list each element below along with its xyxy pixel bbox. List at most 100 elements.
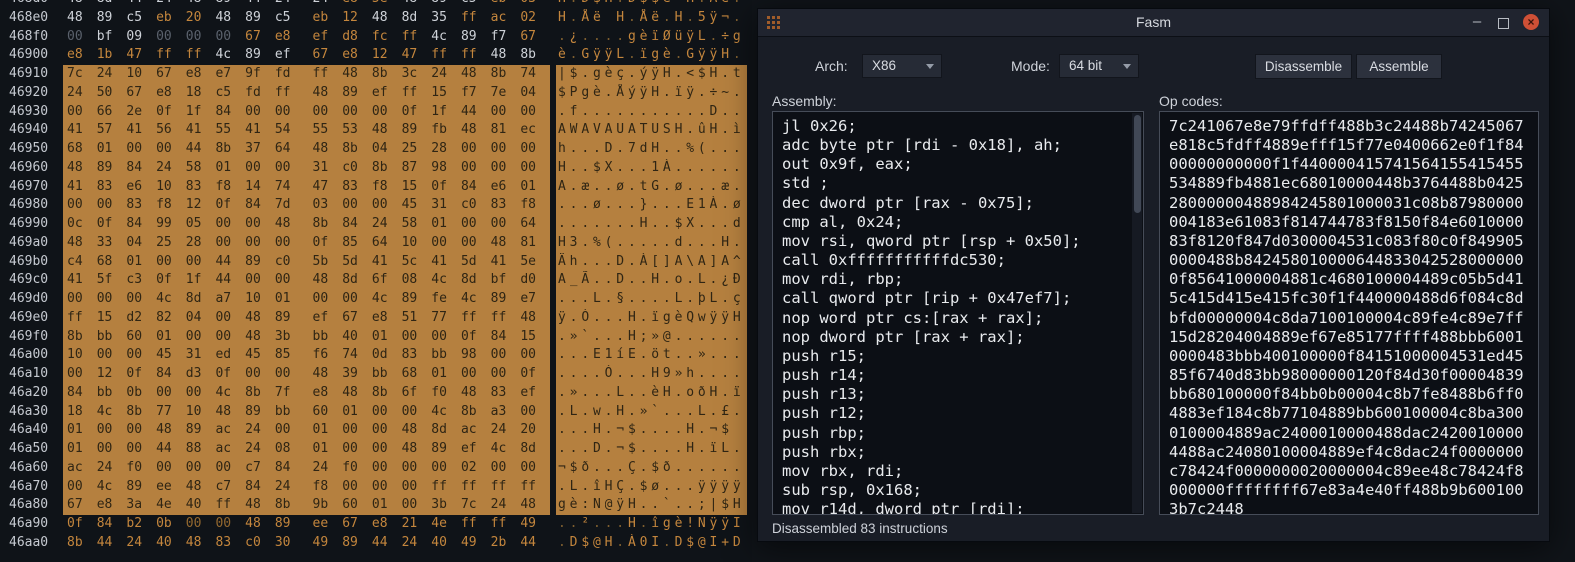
hex-byte[interactable]: c4 [67,253,97,272]
hex-byte[interactable]: f0 [431,384,461,403]
hex-byte[interactable]: 0f [215,365,245,384]
hex-byte[interactable]: 00 [67,28,97,47]
ascii-char[interactable]: . [593,253,605,272]
ascii-char[interactable]: X [686,215,698,234]
ascii-char[interactable]: A [581,121,593,140]
ascii-char[interactable]: . [686,178,698,197]
ascii-char[interactable]: D [616,253,628,272]
ascii-char[interactable]: ` [581,328,593,347]
ascii-char[interactable]: . [663,9,675,28]
hex-byte[interactable]: 00 [97,421,127,440]
ascii-char[interactable]: . [698,178,710,197]
ascii-char[interactable]: g [628,28,640,47]
ascii-char[interactable]: 7 [628,140,640,159]
ascii-char[interactable]: ÿ [710,515,722,534]
hex-byte[interactable]: 8d [402,9,432,28]
hex-byte[interactable]: 00 [491,159,521,178]
ascii-char[interactable]: . [733,178,745,197]
ascii-char[interactable]: » [698,346,710,365]
ascii-char[interactable]: þ [698,290,710,309]
hex-byte[interactable]: 67 [245,28,275,47]
ascii-char[interactable]: ö [651,346,663,365]
hex-byte[interactable]: 44 [461,103,491,122]
ascii-char[interactable]: D [581,0,593,9]
hex-byte[interactable]: 67 [342,515,372,534]
ascii-char[interactable]: ø [651,478,663,497]
ascii-char[interactable]: . [663,103,675,122]
hex-byte[interactable]: 48 [215,9,245,28]
ascii-char[interactable]: A [605,121,617,140]
ascii-char[interactable]: è [651,384,663,403]
hex-byte[interactable]: 00 [156,140,186,159]
hex-byte[interactable]: ff [215,496,245,515]
ascii-char[interactable]: L [721,440,733,459]
hex-byte[interactable]: 03 [520,0,550,9]
ascii-char[interactable]: . [593,384,605,403]
hex-byte[interactable]: 84 [245,196,275,215]
ascii-char[interactable]: . [570,0,582,9]
hex-byte[interactable]: 00 [215,234,245,253]
ascii-char[interactable]: . [593,215,605,234]
ascii-char[interactable]: L [698,403,710,422]
hex-byte[interactable]: 00 [372,440,402,459]
ascii-char[interactable]: . [640,290,652,309]
ascii-char[interactable]: . [628,196,640,215]
ascii-char[interactable]: . [698,234,710,253]
hex-byte[interactable]: 83 [97,178,127,197]
hex-byte[interactable]: 2b [491,534,521,553]
ascii-char[interactable]: g [651,46,663,65]
hex-byte[interactable]: 00 [520,346,550,365]
ascii-char[interactable]: ÿ [710,309,722,328]
ascii-char[interactable]: t [733,65,745,84]
hex-byte[interactable]: 48 [186,0,216,9]
ascii-char[interactable]: . [640,309,652,328]
hex-byte[interactable]: 8b [491,65,521,84]
hex-byte[interactable]: 67 [520,28,550,47]
hex-byte[interactable]: 89 [461,28,491,47]
ascii-char[interactable]: . [698,159,710,178]
ascii-char[interactable]: A [558,271,570,290]
ascii-char[interactable]: . [721,346,733,365]
ascii-char[interactable]: . [721,121,733,140]
ascii-char[interactable]: $ [593,159,605,178]
ascii-char[interactable]: A [558,121,570,140]
ascii-char[interactable]: À [663,159,675,178]
ascii-char[interactable]: . [628,215,640,234]
ascii-char[interactable]: w [698,309,710,328]
ascii-char[interactable]: ë [593,9,605,28]
ascii-char[interactable]: . [710,215,722,234]
ascii-char[interactable]: . [570,140,582,159]
ascii-char[interactable]: . [616,534,628,553]
hex-byte[interactable]: 48 [245,328,275,347]
hex-byte[interactable]: c5 [215,84,245,103]
ascii-char[interactable]: @ [698,534,710,553]
hex-byte[interactable]: 7f [275,384,305,403]
ascii-char[interactable]: . [686,496,698,515]
ascii-char[interactable]: ÿ [710,478,722,497]
ascii-char[interactable]: N [698,515,710,534]
hex-byte[interactable]: 41 [67,121,97,140]
hex-byte[interactable]: 48 [245,309,275,328]
hex-byte[interactable]: 67 [126,84,156,103]
ascii-char[interactable]: . [675,403,687,422]
hex-byte[interactable]: 12 [372,46,402,65]
ascii-char[interactable]: . [686,403,698,422]
ascii-char[interactable]: H [558,0,570,9]
ascii-char[interactable]: . [686,346,698,365]
hex-byte[interactable]: 00 [431,459,461,478]
hex-byte[interactable]: ff [461,309,491,328]
ascii-char[interactable]: 9 [663,365,675,384]
hex-byte[interactable]: ef [520,384,550,403]
ascii-char[interactable]: . [640,234,652,253]
hex-byte[interactable]: c0 [245,534,275,553]
ascii-char[interactable]: . [558,290,570,309]
hex-byte[interactable]: f8 [372,178,402,197]
ascii-char[interactable]: D [605,140,617,159]
hex-byte[interactable]: 8b [372,159,402,178]
ascii-char[interactable]: . [640,459,652,478]
ascii-char[interactable]: . [605,290,617,309]
ascii-char[interactable]: . [733,403,745,422]
hex-byte[interactable]: 3c [402,65,432,84]
hex-byte[interactable]: 00 [186,328,216,347]
hex-byte[interactable]: 41 [126,121,156,140]
